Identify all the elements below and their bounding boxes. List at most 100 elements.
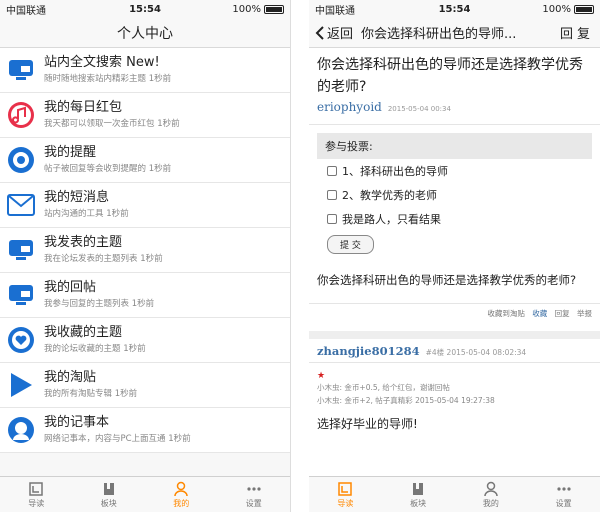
menu-item-messages[interactable]: 我的短消息 站内沟通的工具 1秒前: [0, 183, 290, 228]
add-to-taotie-link[interactable]: 收藏到淘贴: [487, 309, 525, 318]
checkbox[interactable]: [327, 190, 337, 200]
back-button[interactable]: 返回: [315, 23, 353, 42]
back-label: 返回: [327, 27, 354, 42]
more-dots-icon: [247, 486, 261, 491]
checkbox[interactable]: [327, 214, 337, 224]
menu-item-my-topics[interactable]: 我发表的主题 我在论坛发表的主题列表 1秒前: [0, 228, 290, 273]
menu-subtitle: 我天都可以领取一次金币红包 1秒前: [44, 119, 180, 129]
star-icon: ★: [317, 371, 326, 381]
monitor-icon: [6, 235, 36, 265]
poll: 参与投票: 1、择科研出色的导师 2、教学优秀的老师 我是路人，只看结果 提 交: [317, 133, 592, 258]
tab-guide[interactable]: 导读: [309, 477, 382, 512]
mail-icon: [6, 190, 36, 220]
menu-subtitle: 网络记事本，内容与PC上面互通 1秒前: [44, 434, 191, 444]
menu-title: 我的回帖: [44, 280, 97, 295]
person-icon: [6, 415, 36, 445]
menu-subtitle: 随时随地搜索站内精彩主题 1秒前: [44, 74, 172, 84]
rate-line: 小木虫: 金币+2, 帖子真精彩 2015-05-04 19:27:38: [317, 396, 495, 405]
reply-button[interactable]: 回复: [560, 23, 594, 42]
menu-title: 我的提醒: [44, 145, 97, 160]
guide-icon: [29, 481, 43, 496]
headphones-icon: [6, 145, 36, 175]
menu-title: 我的记事本: [44, 415, 110, 430]
music-note-icon: [6, 100, 36, 130]
menu-item-red-packet[interactable]: 我的每日红包 我天都可以领取一次金币红包 1秒前: [0, 93, 290, 138]
reply-author-link[interactable]: zhangjie801284: [317, 344, 420, 358]
post-title: 你会选择科研出色的导师还是选择教学优秀的老师?: [317, 57, 583, 95]
menu-title: 我发表的主题: [44, 235, 123, 250]
tab-bar: 导读 板块 我的 设置: [0, 476, 290, 512]
clock: 15:54: [129, 3, 161, 15]
tab-settings[interactable]: 设置: [527, 477, 600, 512]
menu-item-notebook[interactable]: 我的记事本 网络记事本，内容与PC上面互通 1秒前: [0, 408, 290, 453]
tab-label: 我的: [482, 498, 499, 508]
nav-bar: 个人中心: [0, 18, 290, 48]
reply-header: zhangjie801284 #4楼 2015-05-04 08:02:34: [309, 339, 600, 360]
menu-title: 我的短消息: [44, 190, 110, 205]
tab-label: 板块: [410, 498, 427, 508]
tab-bar: 导读 板块 我的 设置: [309, 476, 600, 512]
post-actions: 收藏到淘贴 收藏 回复 举报: [309, 304, 600, 323]
nav-bar: 返回 你会选择科研出色的导师... 回复: [309, 18, 600, 48]
post-body: 你会选择科研出色的导师还是选择教学优秀的老师?: [317, 273, 577, 287]
tab-label: 导读: [28, 498, 45, 508]
tab-label: 设置: [555, 498, 572, 508]
divider: [309, 362, 600, 363]
poll-header: 参与投票:: [317, 133, 592, 159]
tab-label: 导读: [337, 498, 354, 508]
report-link[interactable]: 举报: [577, 309, 592, 318]
reply-link[interactable]: 回复: [555, 309, 570, 318]
play-icon: [6, 370, 36, 400]
book-icon: [103, 482, 114, 495]
reply-body: 选择好毕业的导师!: [317, 417, 418, 431]
menu-title: 我收藏的主题: [44, 325, 123, 340]
tab-mine[interactable]: 我的: [145, 477, 218, 512]
guide-icon: [338, 481, 353, 496]
status-bar: 中国联通 15:54 100%: [0, 0, 290, 18]
menu-item-taotie[interactable]: 我的淘贴 我的所有淘贴专辑 1秒前: [0, 363, 290, 408]
tab-mine[interactable]: 我的: [455, 477, 528, 512]
menu-subtitle: 我的所有淘贴专辑 1秒前: [44, 389, 138, 399]
favorite-link[interactable]: 收藏: [532, 309, 547, 318]
tab-label: 设置: [245, 498, 262, 508]
menu-subtitle: 站内沟通的工具 1秒前: [44, 209, 129, 219]
menu-title: 我的淘贴: [44, 370, 97, 385]
poll-option-label: 2、教学优秀的老师: [342, 189, 437, 202]
poll-option[interactable]: 2、教学优秀的老师: [317, 183, 592, 207]
section-separator: [309, 331, 600, 339]
poll-option[interactable]: 我是路人，只看结果: [317, 207, 592, 231]
page-title: 你会选择科研出色的导师...: [361, 27, 517, 42]
status-bar: 中国联通 15:54 100%: [309, 0, 600, 18]
poll-option-label: 我是路人，只看结果: [342, 213, 441, 226]
book-icon: [413, 482, 424, 495]
submit-button[interactable]: 提 交: [327, 235, 374, 254]
tab-board[interactable]: 板块: [382, 477, 455, 512]
poll-option[interactable]: 1、择科研出色的导师: [317, 159, 592, 183]
divider: [309, 124, 600, 125]
tab-guide[interactable]: 导读: [0, 477, 73, 512]
menu-subtitle: 我的论坛收藏的主题 1秒前: [44, 344, 146, 354]
tab-settings[interactable]: 设置: [218, 477, 291, 512]
menu-title: 站内全文搜索 New!: [44, 55, 160, 70]
menu-item-favorites[interactable]: 我收藏的主题 我的论坛收藏的主题 1秒前: [0, 318, 290, 363]
menu-item-search[interactable]: 站内全文搜索 New! 随时随地搜索站内精彩主题 1秒前: [0, 48, 290, 93]
tab-board[interactable]: 板块: [73, 477, 146, 512]
menu-item-reminders[interactable]: 我的提醒 帖子被回复等会收到提醒的 1秒前: [0, 138, 290, 183]
checkbox[interactable]: [327, 166, 337, 176]
author-link[interactable]: eriophyoid: [317, 100, 382, 114]
menu-title: 我的每日红包: [44, 100, 123, 115]
user-icon: [174, 481, 188, 496]
menu-item-my-replies[interactable]: 我的回帖 我参与回复的主题列表 1秒前: [0, 273, 290, 318]
reply-monitor-icon: [6, 280, 36, 310]
menu-subtitle: 我参与回复的主题列表 1秒前: [44, 299, 155, 309]
menu-subtitle: 我在论坛发表的主题列表 1秒前: [44, 254, 163, 264]
tab-label: 我的: [173, 498, 190, 508]
rate-line: 小木虫: 金币+0.5, 给个红包，谢谢回帖: [317, 383, 450, 392]
clock: 15:54: [438, 3, 471, 15]
menu-subtitle: 帖子被回复等会收到提醒的 1秒前: [44, 164, 172, 174]
left-phone-screen: 中国联通 15:54 100% 个人中心 站内全文搜索 New! 随时随地搜索站…: [0, 0, 291, 512]
battery-icon: [264, 4, 284, 14]
post-date: 2015-05-04 00:34: [387, 105, 451, 113]
search-monitor-icon: [6, 55, 36, 85]
heart-icon: [6, 325, 36, 355]
